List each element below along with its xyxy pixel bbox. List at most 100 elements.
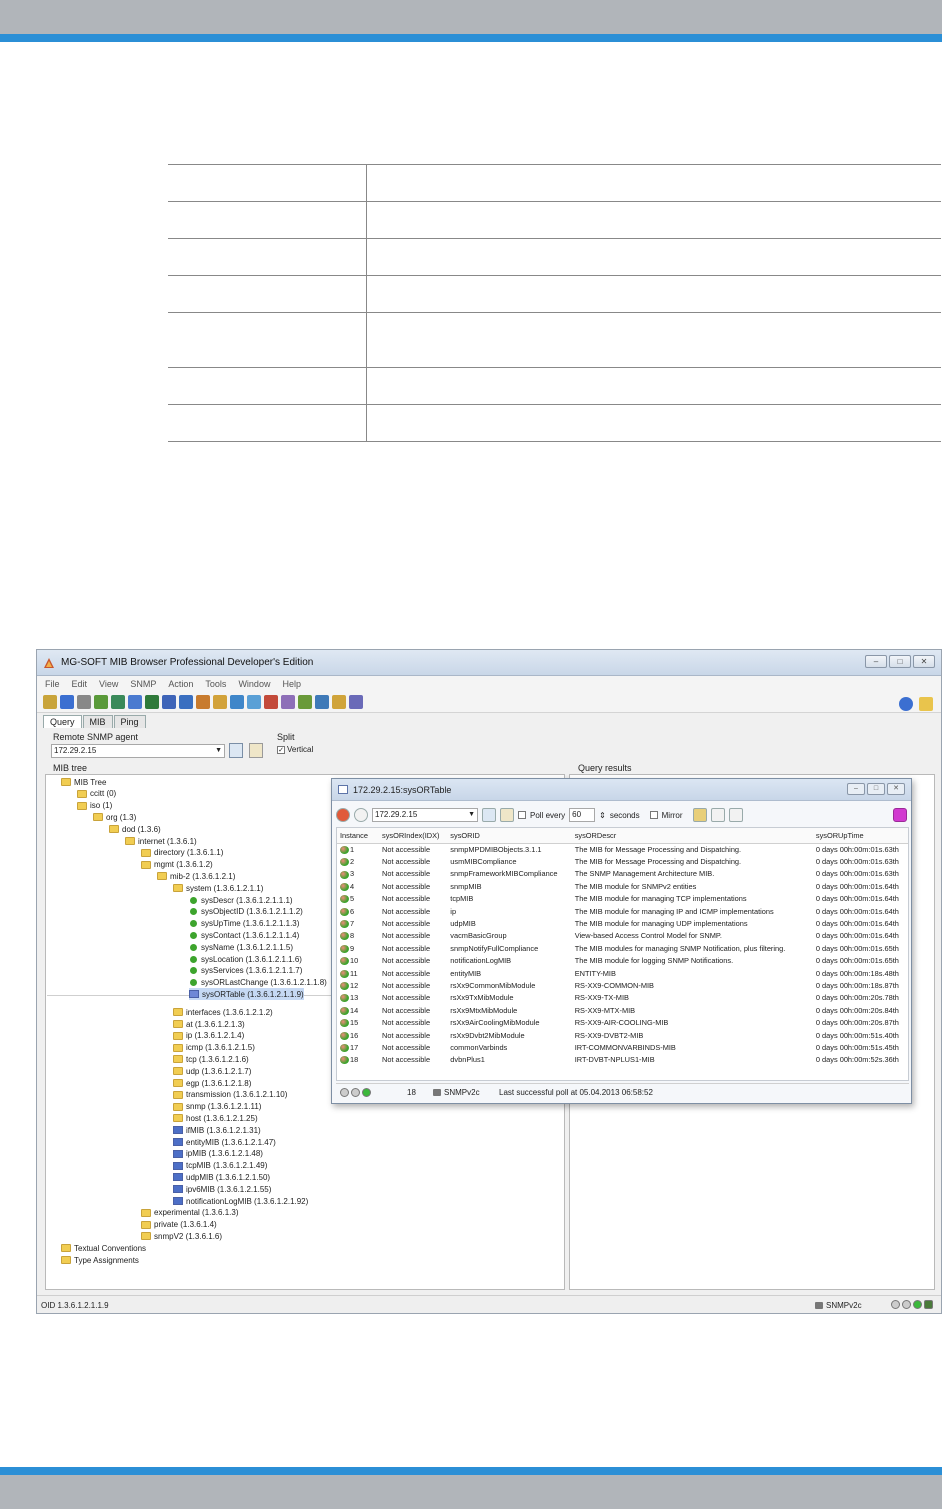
column-header[interactable]: sysORUpTime [812, 828, 908, 844]
minimize-button[interactable]: – [847, 783, 865, 795]
graph-icon[interactable] [893, 808, 907, 822]
poll-checkbox[interactable] [518, 811, 526, 819]
table-row[interactable]: 4 Not accessible snmpMIB The MIB module for… [337, 880, 908, 892]
tree-node[interactable]: ifMIB (1.3.6.1.2.1.31) [173, 1124, 261, 1136]
tree-node[interactable]: host (1.3.6.1.2.1.25) [173, 1112, 258, 1124]
tree-node[interactable]: ccitt (0) [77, 788, 116, 800]
table-row[interactable]: 18 Not accessible dvbnPlus1 IRT-DVBT-NPLUS1… [337, 1054, 908, 1066]
tree-node[interactable]: Textual Conventions [61, 1242, 146, 1254]
tree-node[interactable]: notificationLogMIB (1.3.6.1.2.1.92) [173, 1195, 308, 1207]
tree-node[interactable]: ip (1.3.6.1.2.1.4) [173, 1030, 244, 1042]
agent-combo[interactable]: 172.29.2.15 ▼ [372, 808, 478, 822]
tree-node[interactable]: system (1.3.6.1.2.1.1) [173, 882, 263, 894]
tree-node[interactable]: sysUpTime (1.3.6.1.2.1.1.3) [189, 918, 299, 930]
table-icon[interactable] [111, 694, 125, 709]
chart-icon[interactable] [196, 694, 210, 709]
tree-node[interactable]: sysServices (1.3.6.1.2.1.1.7) [189, 965, 302, 977]
poll-interval-input[interactable]: 60 [569, 808, 596, 822]
mirror-checkbox[interactable] [649, 811, 658, 819]
table-row[interactable]: 13 Not accessible rsXx9TxMibModule RS-XX9-T… [337, 992, 908, 1004]
menu-item-file[interactable]: File [45, 679, 60, 689]
table-row[interactable]: 17 Not accessible commonVarbinds IRT-COMMON… [337, 1041, 908, 1053]
table-row[interactable]: 6 Not accessible ip The MIB module for mana… [337, 905, 908, 917]
tree-node[interactable]: ipv6MIB (1.3.6.1.2.1.55) [173, 1183, 271, 1195]
trap-icon[interactable] [94, 694, 108, 709]
tree-node[interactable]: snmpV2 (1.3.6.1.6) [141, 1230, 222, 1242]
tree-node[interactable]: entityMIB (1.3.6.1.2.1.47) [173, 1136, 276, 1148]
table-row[interactable]: 2 Not accessible usmMIBCompliance The MIB f… [337, 855, 908, 867]
tab-mib[interactable]: MIB [82, 715, 113, 728]
column-header[interactable]: sysORDescr [571, 828, 813, 844]
tree-node[interactable]: iso (1) [77, 800, 112, 812]
tree-node[interactable]: sysLocation (1.3.6.1.2.1.1.6) [189, 953, 302, 965]
tree-node[interactable]: mib-2 (1.3.6.1.2.1) [157, 870, 235, 882]
table-row[interactable]: 1 Not accessible snmpMPDMIBObjects.3.1.1 Th… [337, 843, 908, 855]
settings-icon[interactable] [500, 808, 514, 822]
tree-node[interactable]: directory (1.3.6.1.1) [141, 847, 223, 859]
export-icon[interactable] [692, 808, 707, 822]
tree-node[interactable]: transmission (1.3.6.1.2.1.10) [173, 1089, 287, 1101]
properties-icon[interactable] [482, 808, 496, 822]
key-icon[interactable] [298, 694, 312, 709]
tree-node[interactable]: tcpMIB (1.3.6.1.2.1.49) [173, 1160, 267, 1172]
table-row[interactable]: 15 Not accessible rsXx9AirCoolingMibModule… [337, 1016, 908, 1028]
close-button[interactable]: ✕ [913, 655, 935, 668]
tree-node[interactable]: sysName (1.3.6.1.2.1.1.5) [189, 941, 293, 953]
list-icon[interactable] [179, 694, 193, 709]
tree-node[interactable]: tcp (1.3.6.1.2.1.6) [173, 1053, 249, 1065]
table-row[interactable]: 9 Not accessible snmpNotifyFullCompliance T… [337, 942, 908, 954]
table-row[interactable]: 7 Not accessible udpMIB The MIB module for … [337, 917, 908, 929]
agent-settings-button[interactable] [249, 743, 263, 758]
refresh-icon[interactable] [128, 694, 142, 709]
table-row[interactable]: 16 Not accessible rsXx9Dvbt2MibModule RS-XX… [337, 1029, 908, 1041]
tree-node[interactable]: sysORLastChange (1.3.6.1.2.1.1.8) [189, 977, 327, 989]
export-icon[interactable] [332, 694, 346, 709]
tree-node[interactable]: at (1.3.6.1.2.1.3) [173, 1018, 245, 1030]
table-row[interactable]: 3 Not accessible snmpFrameworkMIBComplianc… [337, 868, 908, 880]
help-icon[interactable] [315, 694, 329, 709]
menu-item-edit[interactable]: Edit [72, 679, 88, 689]
tree-node[interactable]: snmp (1.3.6.1.2.1.11) [173, 1101, 261, 1113]
tree-node[interactable]: MIB Tree [61, 776, 106, 788]
tree-node[interactable]: org (1.3) [93, 811, 136, 823]
graph-icon[interactable] [264, 694, 278, 709]
vertical-checkbox[interactable]: ✓ Vertical [277, 745, 313, 754]
tree-node[interactable]: Type Assignments [61, 1254, 139, 1266]
tree-node[interactable]: interfaces (1.3.6.1.2.1.2) [173, 1006, 273, 1018]
tree-node[interactable]: internet (1.3.6.1) [125, 835, 197, 847]
tree-node[interactable]: dod (1.3.6) [109, 823, 161, 835]
help-icon[interactable] [899, 697, 913, 711]
connect-icon[interactable] [43, 694, 57, 709]
settings-icon[interactable] [247, 694, 261, 709]
ping-icon[interactable] [230, 694, 244, 709]
menu-item-action[interactable]: Action [168, 679, 193, 689]
info-icon[interactable] [162, 694, 176, 709]
close-button[interactable]: ✕ [887, 783, 905, 795]
table-row[interactable]: 12 Not accessible rsXx9CommonMibModule RS-X… [337, 979, 908, 991]
remote-agent-combo[interactable]: 172.29.2.15 ▼ [51, 744, 225, 758]
table-row[interactable]: 14 Not accessible rsXx9MtxMibModule RS-XX9-… [337, 1004, 908, 1016]
menu-item-help[interactable]: Help [282, 679, 301, 689]
tree-node[interactable]: experimental (1.3.6.1.3) [141, 1207, 239, 1219]
maximize-button[interactable]: □ [867, 783, 885, 795]
tree-node[interactable]: icmp (1.3.6.1.2.1.5) [173, 1042, 255, 1054]
table-row[interactable]: 10 Not accessible notificationLogMIB The MI… [337, 955, 908, 967]
column-header[interactable]: sysORIndex(IDX) [379, 828, 448, 844]
query-icon[interactable] [60, 694, 74, 709]
tree-node[interactable]: sysObjectID (1.3.6.1.2.1.1.2) [189, 906, 303, 918]
menu-item-snmp[interactable]: SNMP [130, 679, 156, 689]
tab-ping[interactable]: Ping [113, 715, 146, 728]
maximize-button[interactable]: □ [889, 655, 911, 668]
column-header[interactable]: sysORID [447, 828, 572, 844]
minimize-button[interactable]: – [865, 655, 887, 668]
tree-node[interactable]: sysContact (1.3.6.1.2.1.1.4) [189, 929, 299, 941]
tree-node[interactable]: ipMIB (1.3.6.1.2.1.48) [173, 1148, 263, 1160]
menu-item-view[interactable]: View [99, 679, 118, 689]
table-row[interactable]: 5 Not accessible tcpMIB The MIB module for … [337, 893, 908, 905]
spin-icon[interactable]: ⇕ [599, 811, 606, 820]
tree-node[interactable]: sysORTable (1.3.6.1.2.1.1.9) [189, 988, 304, 1001]
table-row[interactable]: 11 Not accessible entityMIB ENTITY-MIB 0 day… [337, 967, 908, 979]
print-icon[interactable] [349, 694, 363, 709]
home-icon[interactable] [919, 697, 933, 711]
table-row[interactable]: 8 Not accessible vacmBasicGroup View-based … [337, 930, 908, 942]
